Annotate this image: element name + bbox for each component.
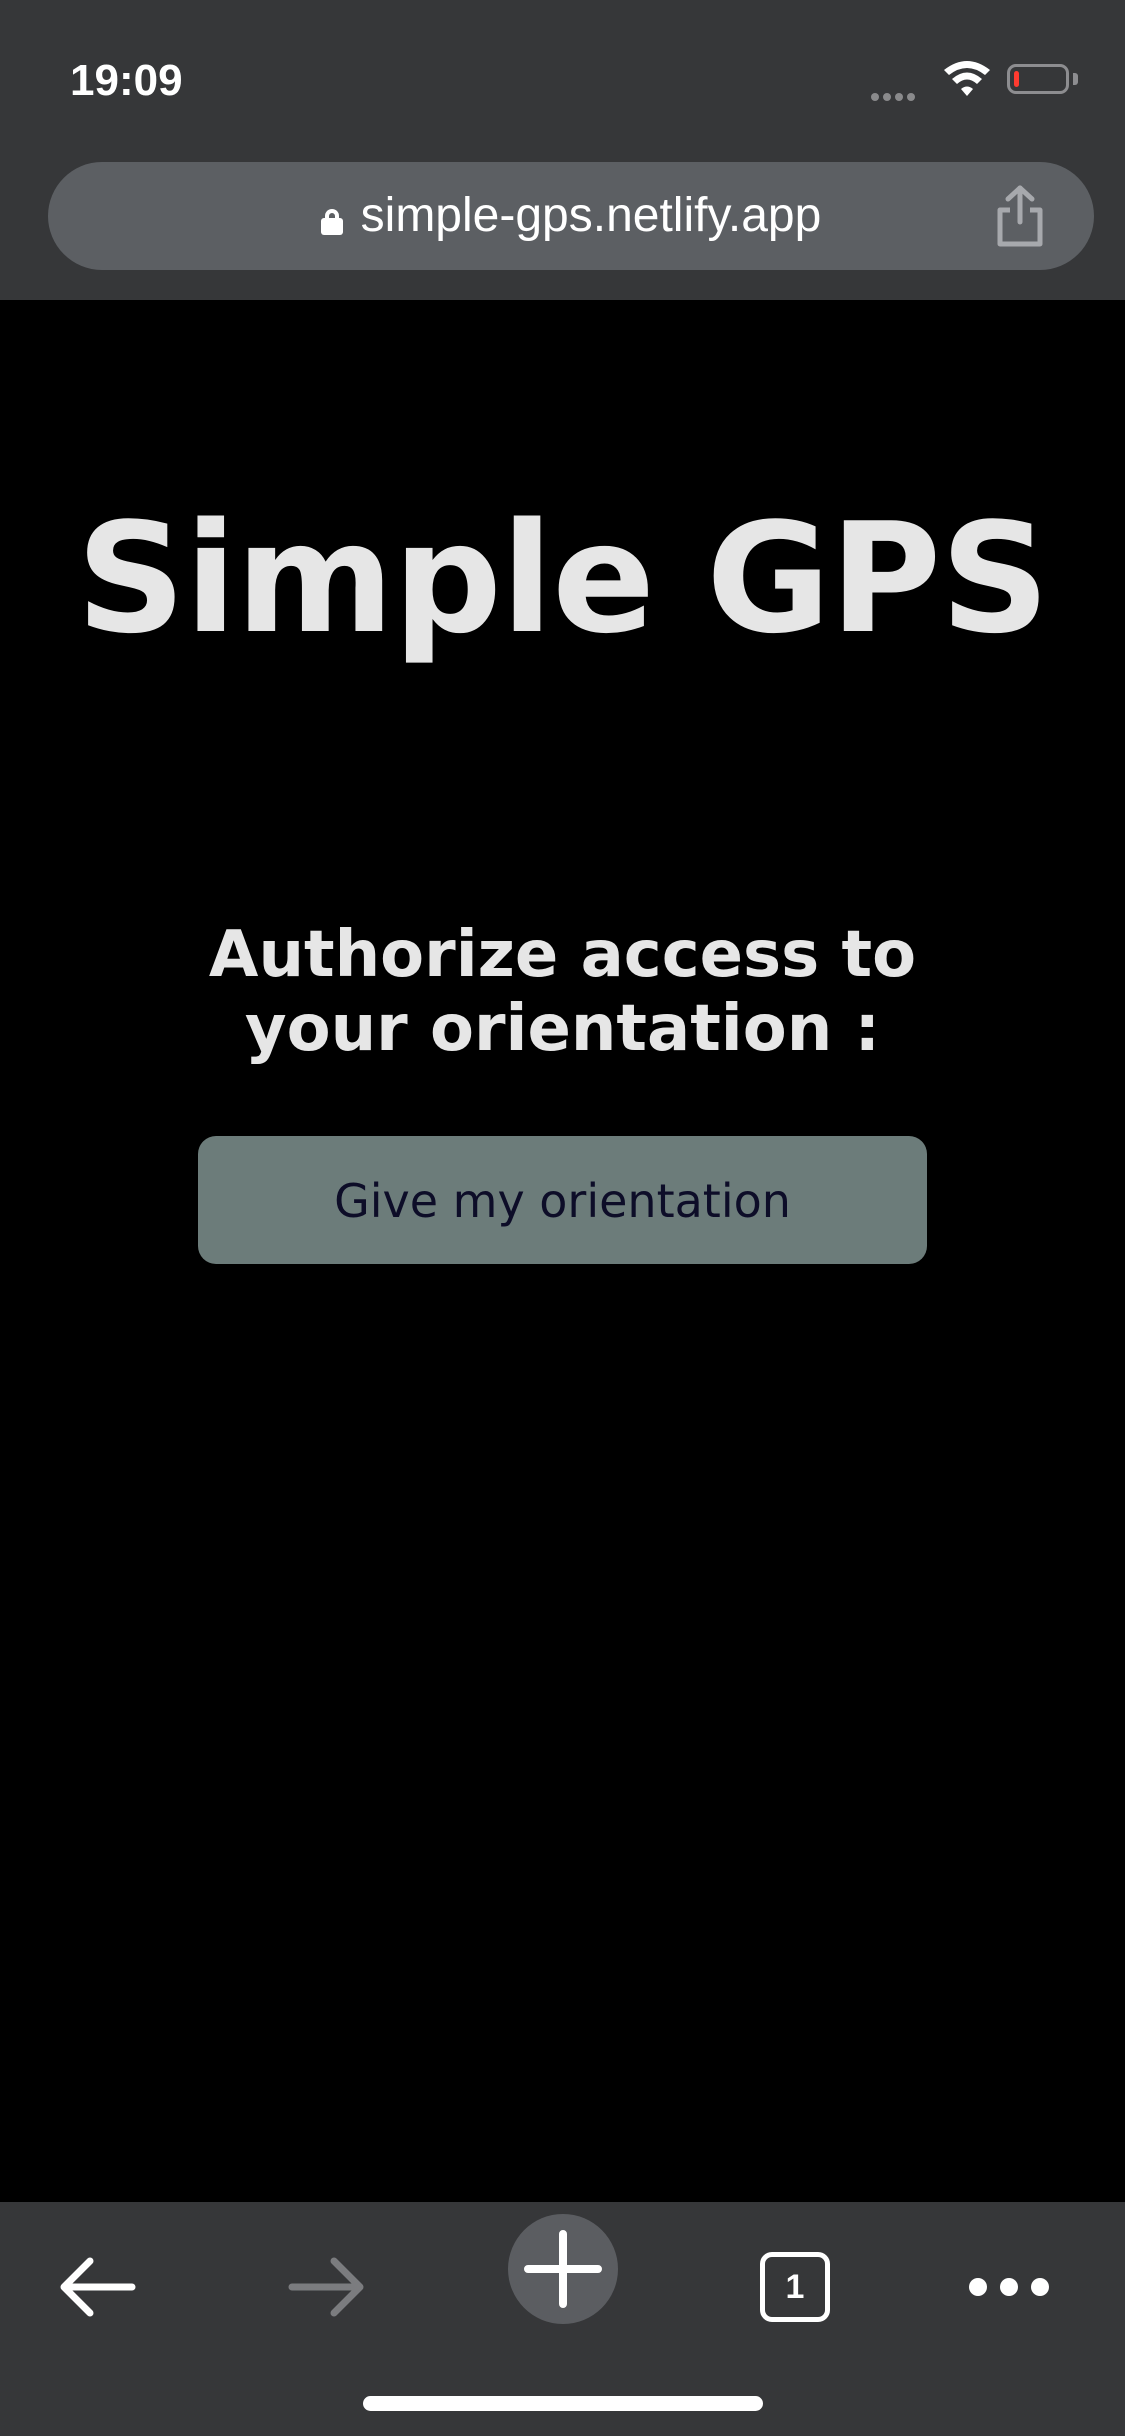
share-icon[interactable] xyxy=(992,184,1048,248)
prompt-line-2: your orientation : xyxy=(244,992,881,1066)
prompt-line-1: Authorize access to xyxy=(208,918,917,992)
battery-icon xyxy=(1007,64,1069,94)
home-indicator[interactable] xyxy=(363,2396,763,2411)
tabs-button[interactable]: 1 xyxy=(740,2232,850,2342)
more-dots-icon[interactable] xyxy=(954,2232,1064,2342)
wifi-icon xyxy=(944,61,990,96)
plus-icon[interactable] xyxy=(508,2214,618,2324)
cellular-signal-icon xyxy=(871,86,919,105)
status-indicators xyxy=(871,58,1091,108)
authorization-prompt: Authorize access to your orientation : xyxy=(0,918,1125,1066)
url-text: simple-gps.netlify.app xyxy=(360,189,822,242)
forward-arrow-icon[interactable] xyxy=(272,2232,382,2342)
tab-count: 1 xyxy=(760,2252,830,2322)
status-time: 19:09 xyxy=(70,56,183,105)
lock-icon xyxy=(320,209,343,235)
address-bar[interactable]: simple-gps.netlify.app xyxy=(48,162,1094,270)
url-display[interactable]: simple-gps.netlify.app xyxy=(48,162,1094,270)
page-title: Simple GPS xyxy=(76,490,1050,667)
back-arrow-icon[interactable] xyxy=(42,2232,152,2342)
battery-cap xyxy=(1073,73,1078,85)
browser-top-chrome: 19:09 simple-gps.netlify.app xyxy=(0,0,1125,300)
battery-level xyxy=(1014,71,1019,87)
give-orientation-button[interactable]: Give my orientation xyxy=(198,1136,927,1264)
